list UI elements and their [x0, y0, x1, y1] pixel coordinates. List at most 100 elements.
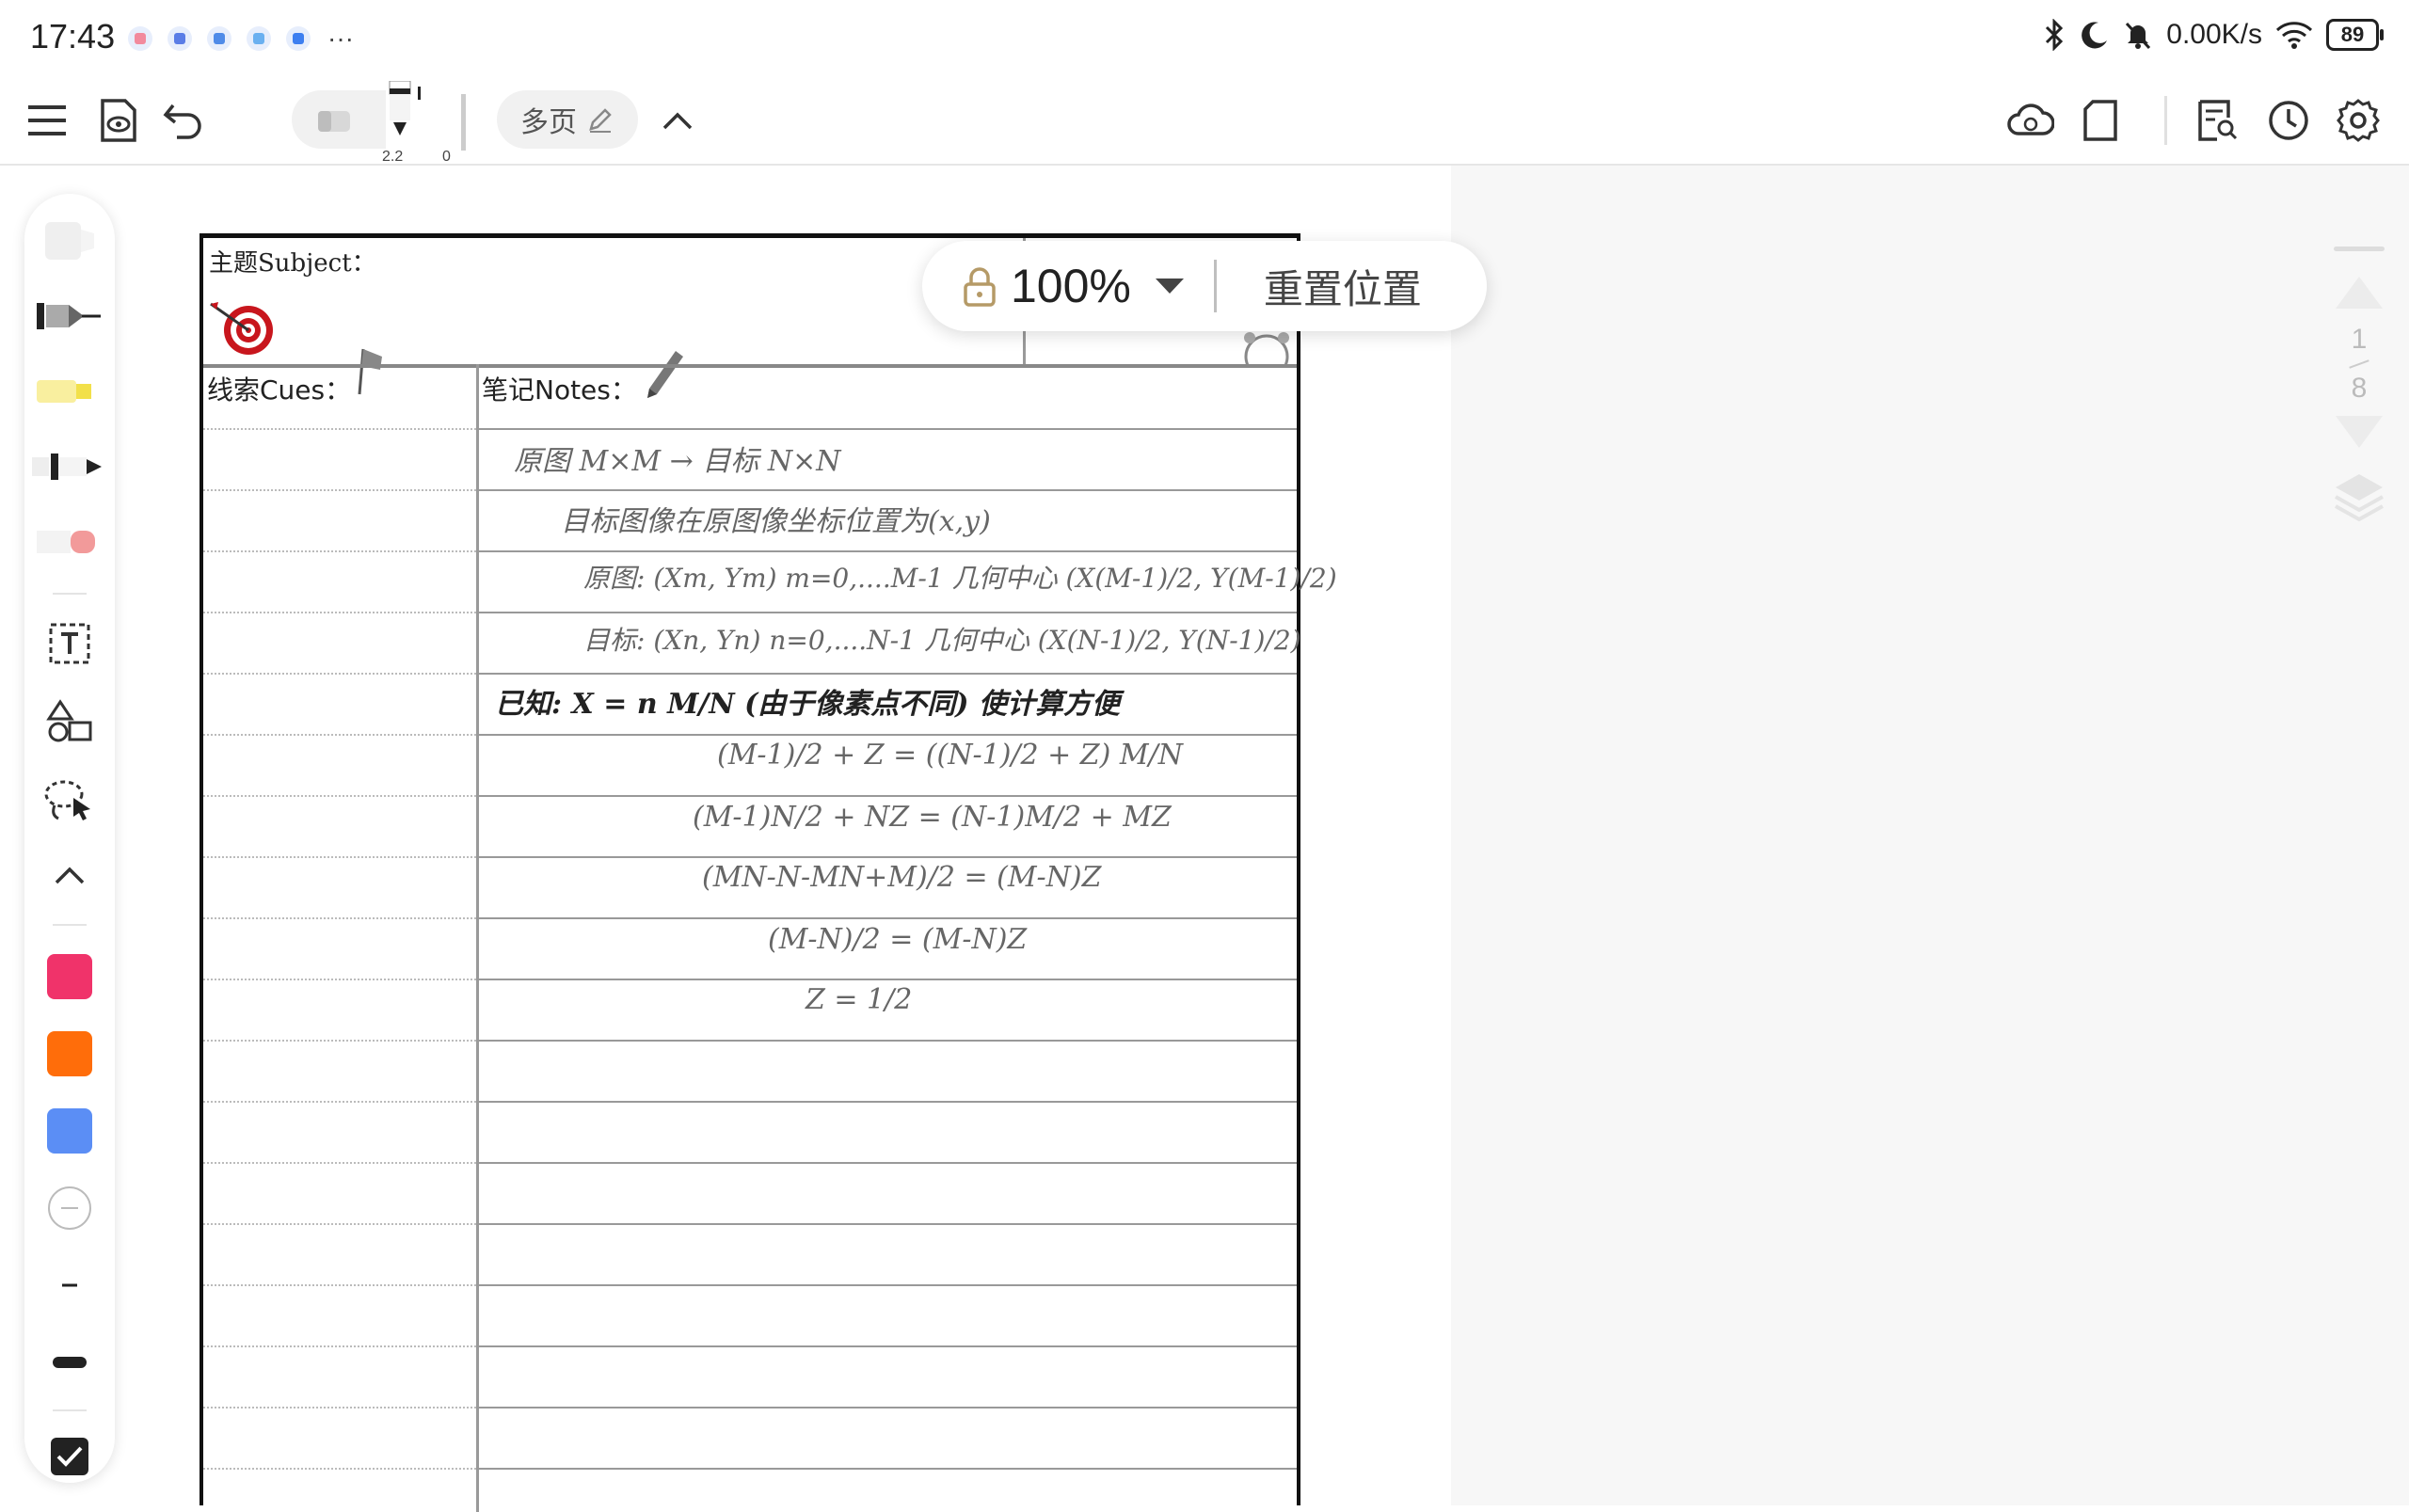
menu-button[interactable]: [19, 92, 75, 149]
notification-icon: [128, 26, 152, 51]
hamburger-icon: [28, 105, 66, 135]
reset-position-button[interactable]: 重置位置: [1264, 258, 1422, 315]
ruled-line: [203, 1040, 1297, 1042]
pen-size-a: 2.2: [382, 149, 404, 165]
total-pages: 8: [2351, 373, 2368, 404]
preview-doc-icon: [101, 99, 136, 142]
stroke-medium-button[interactable]: [24, 1255, 115, 1315]
lasso-select-icon: [44, 780, 90, 820]
medium-stroke-icon: [62, 1283, 77, 1287]
shapes-tool-button[interactable]: [24, 692, 115, 749]
text-box-icon: [49, 623, 90, 664]
collapse-toolbar-button[interactable]: [649, 92, 706, 149]
cues-column-divider: [476, 364, 479, 1512]
tool-palette: [24, 194, 115, 1483]
highlighter-icon: [37, 380, 91, 403]
search-doc-button[interactable]: [2189, 92, 2245, 149]
page-icon: [2083, 100, 2117, 141]
eraser-icon: [318, 111, 350, 132]
lasso-tool-button[interactable]: [24, 772, 115, 828]
highlighter-button[interactable]: [24, 363, 115, 420]
undo-button[interactable]: [154, 92, 211, 149]
layers-icon[interactable]: [2332, 470, 2386, 525]
page-mode-selector[interactable]: 多页: [497, 90, 638, 149]
ruled-line: [203, 734, 1297, 736]
ruled-line: [203, 1407, 1297, 1409]
settings-button[interactable]: [2330, 92, 2386, 149]
ruled-line: [203, 856, 1297, 858]
chevron-up-icon: [662, 112, 693, 130]
dropdown-icon[interactable]: [1154, 277, 1186, 295]
subject-label: 主题Subject：: [209, 249, 376, 278]
pencil-icon: [647, 351, 683, 398]
collapse-palette-button[interactable]: [24, 847, 115, 903]
ruled-line: [203, 612, 1297, 613]
handwriting-line: 目标图像在原图像坐标位置为(x,y): [561, 505, 991, 538]
fountain-pen-button[interactable]: [24, 288, 115, 344]
pencil-marker-button[interactable]: [24, 211, 115, 267]
marker-light-icon: [45, 222, 94, 260]
eraser-button[interactable]: [24, 514, 115, 570]
alarm-clock-icon: [1244, 332, 1289, 368]
cloud-sync-button[interactable]: [2002, 92, 2059, 149]
header-line: [203, 364, 1297, 368]
shapes-icon: [46, 699, 92, 742]
cues-label: 线索Cues：: [207, 374, 352, 406]
page-up-icon[interactable]: [2334, 273, 2385, 310]
bluetooth-icon: [2046, 19, 2064, 51]
edit-pencil-icon: [589, 108, 612, 133]
ruled-line: [203, 550, 1297, 552]
toolbar-divider: [2164, 96, 2167, 145]
palette-separator: [53, 1409, 87, 1411]
ruled-line: [203, 673, 1297, 675]
ruled-line: [203, 428, 1297, 430]
color-swatch-orange[interactable]: [24, 1024, 115, 1084]
page-down-icon[interactable]: [2334, 414, 2385, 452]
color-swatch: [47, 1031, 92, 1076]
more-notifications-icon: ···: [327, 24, 354, 53]
canvas-margin: [1451, 166, 2409, 1505]
thin-stroke-icon: [48, 1186, 91, 1230]
ruled-line: [203, 1284, 1297, 1286]
notes-label: 笔记Notes：: [482, 374, 637, 406]
note-page[interactable]: 主题Subject： 线索Cues： 笔记Notes： 原图 M×M → 目标 …: [199, 233, 1337, 1512]
color-swatch-blue[interactable]: [24, 1101, 115, 1161]
ballpoint-pen-icon: [32, 454, 102, 480]
lock-icon[interactable]: [962, 265, 997, 307]
stroke-thick-button[interactable]: [24, 1332, 115, 1393]
handwriting-line: 已知: X = n M/N (由于像素点不同) 使计算方便: [495, 688, 1120, 721]
color-swatch-pink[interactable]: [24, 947, 115, 1007]
status-time: 17:43: [30, 17, 116, 56]
ballpoint-pen-button[interactable]: [24, 438, 115, 495]
stroke-thin-button[interactable]: [24, 1178, 115, 1238]
handwriting-line: (MN-N-MN+M)/2 = (M-N)Z: [702, 861, 1102, 894]
ruled-line: [203, 1345, 1297, 1347]
notification-icons: ···: [128, 24, 354, 53]
handwriting-line: (M-1)N/2 + NZ = (N-1)M/2 + MZ: [693, 801, 1172, 834]
notification-icon: [286, 26, 311, 51]
handwriting-line: 目标: (Xn, Yn) n=0,....N-1 几何中心 (X(N-1)/2,…: [583, 625, 1301, 656]
preview-button[interactable]: [90, 92, 147, 149]
zoom-value[interactable]: 100%: [1011, 259, 1131, 313]
ruled-line: [203, 1101, 1297, 1103]
color-swatch: [47, 1108, 92, 1154]
toolbar-divider: [461, 94, 466, 151]
page-mode-label: 多页: [520, 106, 577, 139]
page-slash: [2349, 359, 2369, 369]
drag-handle[interactable]: [2334, 247, 2385, 251]
confirm-checkbox[interactable]: [24, 1428, 115, 1485]
eraser-tool-button[interactable]: [307, 92, 363, 149]
text-tool-button[interactable]: [24, 615, 115, 672]
moon-icon: [2082, 22, 2108, 49]
palette-separator: [53, 593, 87, 595]
current-page-number: 1: [2351, 324, 2368, 355]
ruled-line: [203, 1162, 1297, 1164]
handwriting-line: 原图: (Xm, Ym) m=0,....M-1 几何中心 (X(M-1)/2,…: [583, 563, 1337, 594]
palette-separator: [53, 924, 87, 926]
fountain-pen-icon: [37, 303, 101, 329]
history-button[interactable]: [2260, 92, 2317, 149]
ruled-line: [203, 1468, 1297, 1470]
ruled-line: [203, 979, 1297, 980]
page-button[interactable]: [2072, 92, 2129, 149]
thick-stroke-icon: [53, 1357, 87, 1368]
